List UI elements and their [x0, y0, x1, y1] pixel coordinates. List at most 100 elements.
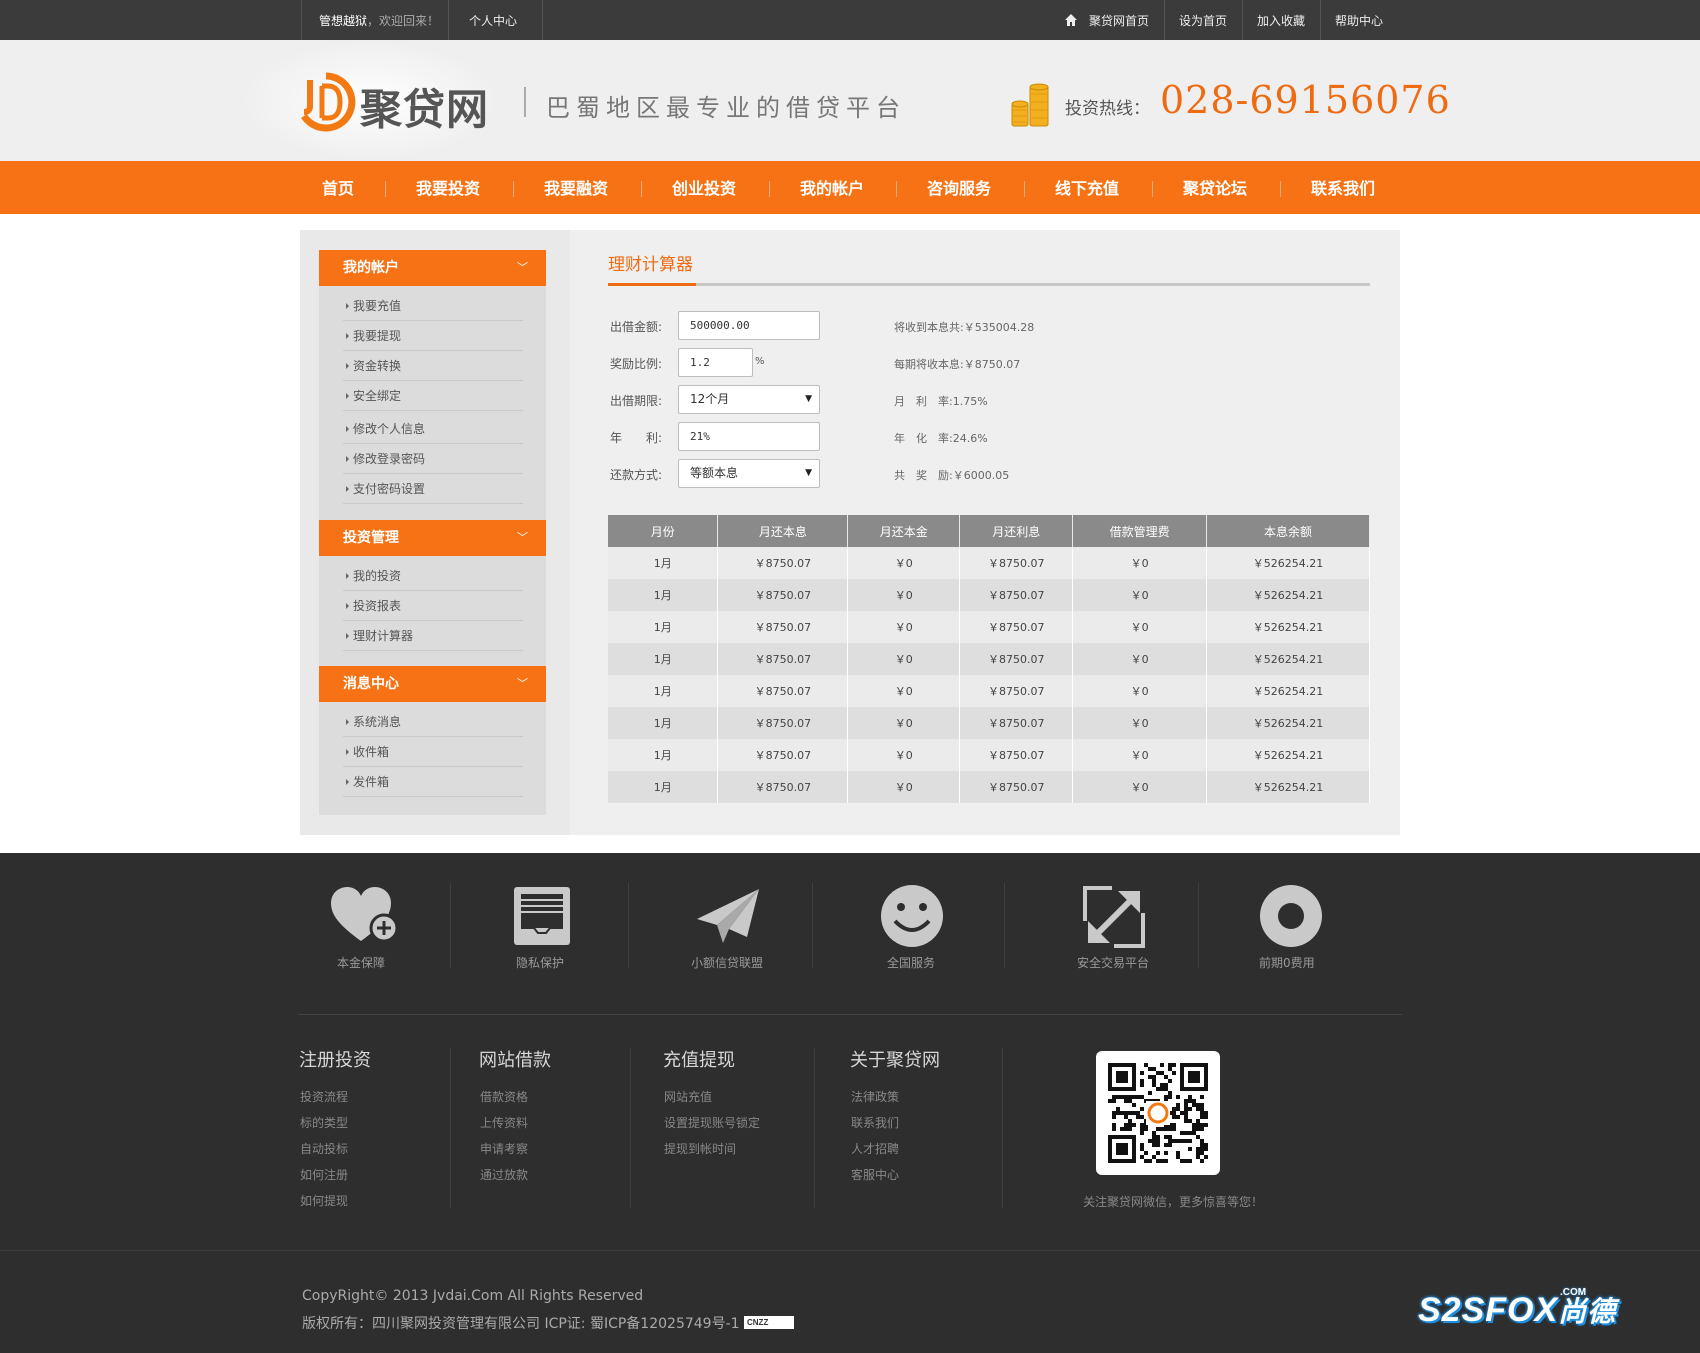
nav-my-account[interactable]: 我的帐户	[800, 161, 864, 214]
table-header: 月还本金	[847, 515, 961, 547]
table-cell: ￥0	[1072, 643, 1208, 675]
nav-venture[interactable]: 创业投资	[672, 161, 736, 214]
annual-rate-input[interactable]: 21%	[678, 422, 820, 451]
feature-label: 前期0费用	[1259, 956, 1315, 970]
coins-icon	[1010, 82, 1052, 128]
table-cell: ￥526254.21	[1206, 675, 1370, 707]
footer-link[interactable]: 客服中心	[851, 1166, 899, 1183]
divider	[814, 1048, 815, 1208]
sidebar-item-system-messages[interactable]: 系统消息	[343, 707, 523, 737]
nav-contact[interactable]: 联系我们	[1311, 161, 1375, 214]
cnzz-badge[interactable]: CNZZ	[744, 1316, 794, 1329]
period-select[interactable]: 12个月 ▼	[678, 385, 820, 414]
hotline-number: 028-69156076	[1160, 78, 1451, 122]
sidebar-item-fund-transfer[interactable]: 资金转换	[343, 351, 523, 381]
nav-consulting[interactable]: 咨询服务	[927, 161, 991, 214]
top-bar	[0, 0, 1700, 40]
help-center-link[interactable]: 帮助中心	[1335, 0, 1383, 40]
repay-method-select[interactable]: 等额本息 ▼	[678, 459, 820, 488]
footer-link[interactable]: 如何注册	[300, 1166, 348, 1183]
footer-link[interactable]: 标的类型	[300, 1114, 348, 1131]
sidebar-head-investment[interactable]: 投资管理 ﹀	[319, 520, 546, 556]
result-total: 将收到本息共:￥535004.28	[894, 319, 1034, 335]
feature-label: 全国服务	[887, 956, 936, 970]
add-favorite-link[interactable]: 加入收藏	[1257, 0, 1305, 40]
username-link[interactable]: 管想越狱	[319, 14, 367, 28]
sidebar-item-security-binding[interactable]: 安全绑定	[343, 381, 523, 411]
table-cell: 1月	[608, 643, 719, 675]
footer-link[interactable]: 人才招聘	[851, 1140, 899, 1157]
home-icon	[1064, 0, 1078, 40]
table-cell: ￥0	[1072, 611, 1208, 643]
nav-invest[interactable]: 我要投资	[416, 161, 480, 214]
sidebar-item-investment-report[interactable]: 投资报表	[343, 591, 523, 621]
table-cell: ￥526254.21	[1206, 579, 1370, 611]
sidebar-head-label: 投资管理	[343, 530, 399, 546]
footer-link[interactable]: 网站充值	[664, 1088, 712, 1105]
table-cell: 1月	[608, 675, 719, 707]
sidebar-item-withdraw[interactable]: 我要提现	[343, 321, 523, 351]
sidebar-item-outbox[interactable]: 发件箱	[343, 767, 523, 797]
sidebar-head-my-account[interactable]: 我的帐户 ﹀	[319, 250, 546, 286]
table-cell: ￥0	[1072, 579, 1208, 611]
table-cell: ￥0	[847, 739, 961, 771]
sidebar-item-change-password[interactable]: 修改登录密码	[343, 444, 523, 474]
site-home-link[interactable]: 聚贷网首页	[1089, 0, 1149, 40]
divider	[896, 181, 897, 197]
sidebar-item-calculator[interactable]: 理财计算器	[343, 621, 523, 651]
sidebar-item-pay-password[interactable]: 支付密码设置	[343, 474, 523, 504]
zero-circle-icon	[1253, 883, 1329, 951]
footer-link[interactable]: 法律政策	[851, 1088, 899, 1105]
divider	[524, 87, 526, 117]
watermark-com: .COM	[1560, 1287, 1587, 1298]
set-home-link[interactable]: 设为首页	[1179, 0, 1227, 40]
sidebar-head-messages[interactable]: 消息中心 ﹀	[319, 666, 546, 702]
sidebar-item-recharge[interactable]: 我要充值	[343, 291, 523, 321]
nav-offline-recharge[interactable]: 线下充值	[1055, 161, 1119, 214]
table-cell: ￥8750.07	[959, 707, 1074, 739]
footer-link[interactable]: 通过放款	[480, 1166, 528, 1183]
reward-input[interactable]: 1.2	[678, 348, 753, 377]
result-per-period: 每期将收本息:￥8750.07	[894, 356, 1020, 372]
table-row: 1月 ￥8750.07 ￥0 ￥8750.07 ￥0 ￥526254.21	[608, 707, 1370, 739]
expand-arrows-icon	[1077, 883, 1153, 953]
footer	[0, 853, 1700, 1353]
table-cell: 1月	[608, 611, 719, 643]
table-cell: ￥8750.07	[717, 643, 849, 675]
table-cell: ￥8750.07	[959, 579, 1074, 611]
sidebar-item-edit-profile[interactable]: 修改个人信息	[343, 414, 523, 444]
table-cell: ￥8750.07	[959, 739, 1074, 771]
nav-forum[interactable]: 聚贷论坛	[1183, 161, 1247, 214]
logo-text[interactable]: 聚贷网	[360, 76, 489, 137]
sidebar-item-my-investment[interactable]: 我的投资	[343, 561, 523, 591]
nav-finance[interactable]: 我要融资	[544, 161, 608, 214]
sidebar-item-inbox[interactable]: 收件箱	[343, 737, 523, 767]
inbox-icon	[504, 885, 580, 953]
amount-input[interactable]: 500000.00	[678, 311, 820, 340]
repayment-table: 月份 月还本息 月还本金 月还利息 借款管理费 本息余额 1月 ￥8750.07 ￥…	[608, 515, 1370, 803]
feature-label: 本金保障	[337, 956, 386, 970]
nav-home[interactable]: 首页	[322, 161, 354, 214]
divider	[812, 883, 813, 968]
smiley-icon	[874, 883, 950, 951]
footer-link[interactable]: 申请考察	[480, 1140, 528, 1157]
footer-link[interactable]: 提现到帐时间	[664, 1140, 736, 1157]
footer-link[interactable]: 自动投标	[300, 1140, 348, 1157]
personal-center-link[interactable]: 个人中心	[469, 0, 517, 40]
paper-plane-icon	[690, 885, 766, 953]
footer-link[interactable]: 借款资格	[480, 1088, 528, 1105]
footer-link[interactable]: 投资流程	[300, 1088, 348, 1105]
footer-link[interactable]: 如何提现	[300, 1192, 348, 1209]
footer-link[interactable]: 上传资料	[480, 1114, 528, 1131]
table-cell: 1月	[608, 547, 719, 579]
logo-icon[interactable]	[296, 72, 356, 132]
footer-link[interactable]: 设置提现账号锁定	[664, 1114, 760, 1131]
table-header: 本息余额	[1206, 515, 1370, 547]
table-cell: ￥8750.07	[959, 771, 1074, 803]
chevron-down-icon: ﹀	[517, 531, 528, 544]
footer-link[interactable]: 联系我们	[851, 1114, 899, 1131]
result-value: ￥535004.28	[963, 321, 1035, 334]
result-annual-rate: 年 化 率:24.6%	[894, 430, 988, 446]
icp-text: 版权所有：四川聚网投资管理有限公司 ICP证: 蜀ICP备12025749号-1	[302, 1316, 740, 1332]
table-cell: ￥0	[1072, 707, 1208, 739]
